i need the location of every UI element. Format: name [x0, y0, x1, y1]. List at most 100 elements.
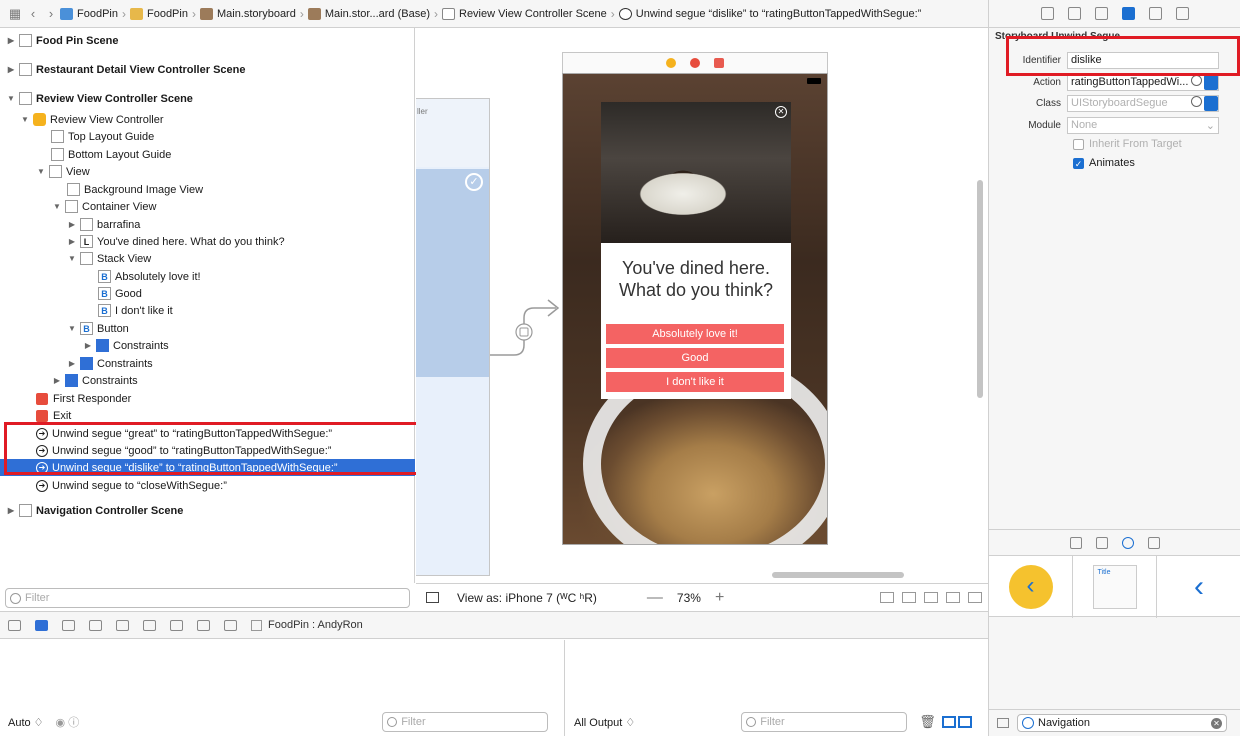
process-selector[interactable]: FoodPin : AndyRon: [251, 619, 363, 631]
back-arrow-icon[interactable]: ‹: [24, 6, 42, 21]
review-view-controller-scene[interactable]: ✕ You've dined here. What do you think? …: [562, 73, 828, 545]
library-item-navigation-item[interactable]: ‹: [1157, 556, 1240, 618]
breadcrumb-storyboard-base[interactable]: Main.stor...ard (Base): [307, 7, 430, 20]
first-responder-icon[interactable]: [690, 58, 700, 68]
variables-view[interactable]: Auto ♢ ◉ ⓘ Filter: [0, 640, 565, 736]
pin-icon[interactable]: [946, 592, 960, 603]
disclosure-triangle-icon[interactable]: ▼: [67, 324, 77, 333]
file-template-icon[interactable]: [1070, 536, 1082, 549]
grid-view-icon[interactable]: [997, 718, 1009, 728]
view-as-label[interactable]: View as: iPhone 7 (ᵂC ʰR): [457, 591, 597, 605]
align-icon[interactable]: [924, 592, 938, 603]
outline-row-container-view[interactable]: ▼ Container View: [0, 198, 415, 215]
step-into-icon[interactable]: [116, 619, 129, 631]
location-icon[interactable]: [224, 619, 237, 631]
outline-row-bottom-layout-guide[interactable]: Bottom Layout Guide: [0, 146, 415, 163]
outline-row-constraints[interactable]: ▶ Constraints: [0, 337, 415, 354]
checkbox[interactable]: ✓: [1073, 157, 1084, 169]
outline-row-question-label[interactable]: ▶ L You've dined here. What do you think?: [0, 233, 415, 250]
output-popup[interactable]: All Output ♢: [574, 716, 635, 729]
animates-checkbox[interactable]: ✓ Animates: [1073, 157, 1135, 169]
forward-arrow-icon[interactable]: ›: [42, 6, 60, 21]
checkbox[interactable]: [1073, 138, 1084, 150]
clear-icon[interactable]: ✕: [1211, 717, 1222, 729]
outline-row-constraints[interactable]: ▶ Constraints: [0, 355, 415, 372]
size-inspector-icon[interactable]: [1149, 7, 1162, 20]
clear-icon[interactable]: [1191, 74, 1202, 86]
disclosure-triangle-icon[interactable]: ▶: [67, 220, 77, 229]
breadcrumb-segue[interactable]: Unwind segue “dislike” to “ratingButtonT…: [618, 7, 921, 20]
disclosure-triangle-icon[interactable]: ▶: [67, 237, 77, 246]
outline-row-food-pin-scene[interactable]: ▶ Food Pin Scene: [0, 32, 415, 49]
breadcrumb-project[interactable]: FoodPin: [60, 7, 118, 20]
media-library-icon[interactable]: [1148, 536, 1160, 549]
step-out-icon[interactable]: [143, 619, 156, 631]
disclosure-triangle-icon[interactable]: ▼: [20, 115, 30, 124]
class-field[interactable]: UIStoryboardSegue: [1067, 94, 1219, 112]
disclosure-triangle-icon[interactable]: ▶: [6, 506, 16, 515]
dont-like-it-button[interactable]: I don't like it: [606, 372, 784, 392]
quick-help-icon[interactable]: [1068, 7, 1081, 20]
console-filter-field[interactable]: Filter: [741, 712, 908, 732]
outline-row-unwind-close[interactable]: ➔ Unwind segue to “closeWithSegue:”: [0, 477, 415, 494]
disclosure-triangle-icon[interactable]: ▶: [83, 341, 93, 350]
disclosure-triangle-icon[interactable]: ▶: [6, 65, 16, 74]
outline-row-constraints[interactable]: ▶ Constraints: [0, 372, 415, 389]
breadcrumb-storyboard[interactable]: Main.storyboard: [199, 7, 296, 20]
disclosure-triangle-icon[interactable]: ▶: [67, 359, 77, 368]
outline-row-navigation-scene[interactable]: ▶ Navigation Controller Scene: [0, 502, 415, 519]
horizontal-scrollbar[interactable]: [772, 572, 904, 578]
memory-graph-icon[interactable]: [197, 619, 210, 631]
view-controller-icon[interactable]: [666, 58, 676, 68]
quick-look-icon[interactable]: ◉ ⓘ: [56, 714, 80, 730]
vertical-scrollbar[interactable]: [977, 180, 983, 398]
library-item-navigation-bar[interactable]: Title: [1073, 556, 1157, 618]
outline-row-view[interactable]: ▼ View: [0, 163, 415, 180]
zoom-in-button[interactable]: +: [715, 589, 724, 607]
container-view[interactable]: ✕ You've dined here. What do you think? …: [601, 102, 791, 399]
outline-row-button-good[interactable]: B Good: [0, 285, 415, 302]
split-right-icon[interactable]: [957, 716, 972, 728]
library-filter-field[interactable]: Navigation ✕: [1017, 714, 1227, 732]
hide-debug-area-icon[interactable]: [8, 619, 21, 631]
view-debugger-icon[interactable]: [170, 619, 183, 631]
embed-in-stack-icon[interactable]: [902, 592, 916, 603]
absolutely-love-it-button[interactable]: Absolutely love it!: [606, 324, 784, 344]
breadcrumb-folder[interactable]: FoodPin: [129, 7, 188, 20]
close-icon[interactable]: ✕: [775, 106, 787, 118]
storyboard-canvas[interactable]: ller ✓ ✕ You've dined here. What do you …: [416, 28, 988, 583]
outline-row-button-dislike[interactable]: BI don't like it: [0, 302, 415, 319]
disclosure-triangle-icon[interactable]: ▶: [52, 376, 62, 385]
outline-row-button-love[interactable]: B Absolutely love it!: [0, 268, 415, 285]
chevron-down-icon[interactable]: [1204, 74, 1218, 90]
action-field[interactable]: ratingButtonTappedWi...: [1067, 73, 1219, 91]
chevron-down-icon[interactable]: [1204, 95, 1218, 111]
auto-popup[interactable]: Auto ♢: [8, 716, 44, 729]
trash-icon[interactable]: 🗑: [919, 714, 936, 730]
outline-row-button[interactable]: ▼ B Button: [0, 320, 415, 337]
outline-row-stack-view[interactable]: ▼ Stack View: [0, 250, 415, 267]
breakpoints-icon[interactable]: [35, 619, 48, 631]
exit-icon[interactable]: [714, 58, 724, 68]
step-over-icon[interactable]: [89, 619, 102, 631]
toggle-outline-icon[interactable]: [426, 592, 439, 603]
connections-inspector-icon[interactable]: [1176, 7, 1189, 20]
disclosure-triangle-icon[interactable]: ▶: [6, 36, 16, 45]
outline-row-background-image-view[interactable]: Background Image View: [0, 181, 415, 198]
good-button[interactable]: Good: [606, 348, 784, 368]
grid-icon[interactable]: ▦: [6, 6, 24, 22]
disclosure-triangle-icon[interactable]: ▼: [36, 167, 46, 176]
disclosure-triangle-icon[interactable]: ▼: [6, 94, 16, 103]
zoom-out-button[interactable]: —: [647, 589, 663, 607]
identity-inspector-icon[interactable]: [1095, 7, 1108, 20]
breadcrumb-scene[interactable]: Review View Controller Scene: [442, 7, 607, 20]
disclosure-triangle-icon[interactable]: ▼: [52, 202, 62, 211]
split-left-icon[interactable]: [941, 716, 956, 728]
outline-row-review-view-controller[interactable]: ▼ Review View Controller: [0, 111, 415, 128]
disclosure-triangle-icon[interactable]: ▼: [67, 254, 77, 263]
console-view[interactable]: All Output ♢ Filter 🗑: [566, 640, 988, 736]
outline-row-barrafina[interactable]: ▶ barrafina: [0, 216, 415, 233]
zoom-level[interactable]: 73%: [677, 591, 701, 605]
outline-row-top-layout-guide[interactable]: Top Layout Guide: [0, 128, 415, 145]
outline-row-review-scene[interactable]: ▼ Review View Controller Scene: [0, 90, 415, 107]
